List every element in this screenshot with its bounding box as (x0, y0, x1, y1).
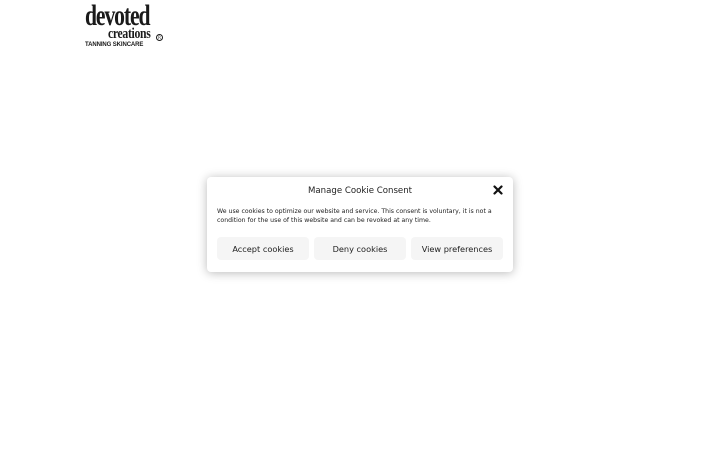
accept-cookies-button[interactable]: Accept cookies (217, 237, 309, 260)
logo-tagline: TANNING SKINCARE (85, 42, 144, 48)
view-preferences-button[interactable]: View preferences (411, 237, 503, 260)
page: devoted creations R TANNING SKINCARE Man… (0, 0, 720, 450)
brand-logo[interactable]: devoted creations R TANNING SKINCARE (85, 1, 165, 49)
deny-cookies-button[interactable]: Deny cookies (314, 237, 406, 260)
dialog-title: Manage Cookie Consent (307, 186, 413, 196)
logo-wordmark-creations: creations (108, 26, 151, 42)
cookie-consent-dialog: Manage Cookie Consent We use cookies to … (207, 177, 513, 272)
close-icon[interactable] (493, 185, 503, 195)
dialog-button-row: Accept cookies Deny cookies View prefere… (217, 237, 503, 260)
consent-message: We use cookies to optimize our website a… (217, 208, 492, 224)
registered-mark-icon: R (156, 34, 163, 41)
